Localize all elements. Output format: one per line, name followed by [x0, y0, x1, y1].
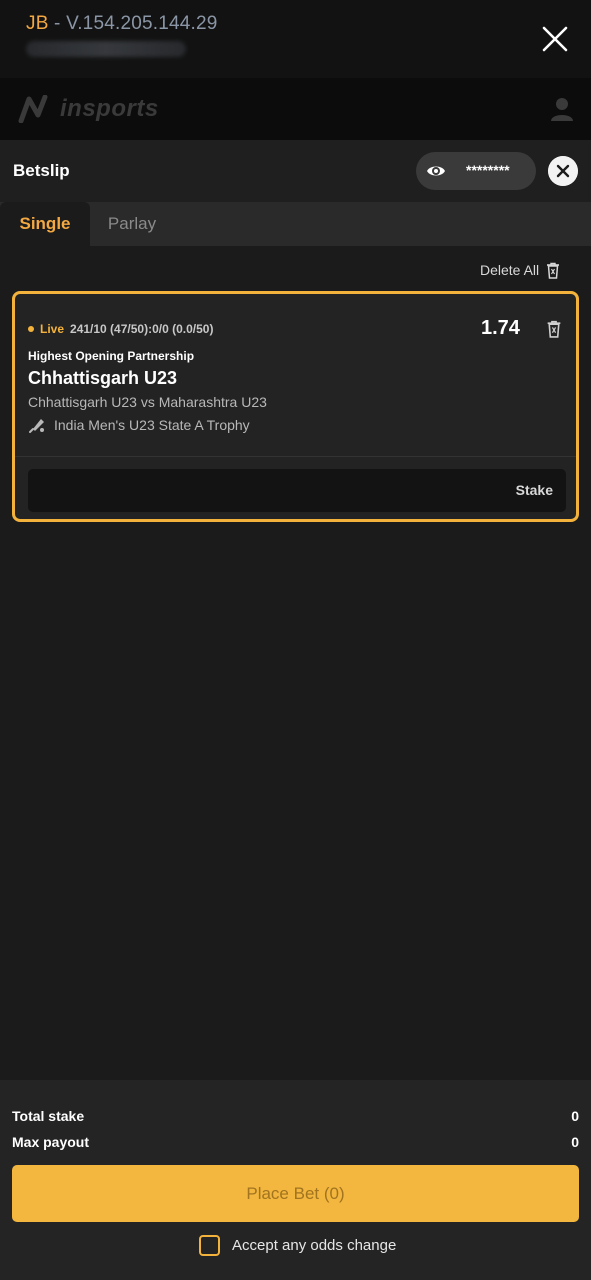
stake-input[interactable]: Stake: [28, 469, 566, 512]
window-title-prefix: JB: [26, 13, 49, 34]
window-title-separator: -: [48, 13, 67, 34]
masked-balance: ********: [466, 162, 510, 178]
bet-type-tabs: Single Parlay: [0, 202, 591, 246]
betslip-panel: Betslip ******** Single Parlay Delete Al…: [0, 140, 591, 1080]
live-status: Live 241/10 (47/50):0/0 (0.0/50): [28, 322, 213, 336]
window-title: JB - V.154.205.144.29: [26, 13, 218, 35]
accept-odds-change-checkbox[interactable]: Accept any odds change: [199, 1234, 396, 1256]
bet-card: Live 241/10 (47/50):0/0 (0.0/50) 1.74 Hi…: [12, 291, 579, 522]
accept-odds-change-label: Accept any odds change: [232, 1236, 397, 1254]
max-payout-row: Max payout 0: [12, 1134, 579, 1154]
league-row: India Men's U23 State A Trophy: [28, 416, 250, 434]
cricket-bat-icon: [29, 419, 44, 433]
delete-all-label: Delete All: [480, 262, 540, 278]
bet-match: Chhattisgarh U23 vs Maharashtra U23: [28, 394, 267, 410]
user-icon[interactable]: [550, 96, 574, 122]
total-stake-value: 0: [571, 1108, 579, 1124]
remove-bet-icon[interactable]: [545, 320, 563, 338]
close-window-icon[interactable]: [540, 24, 570, 54]
window-title-version: V.154.205.144.29: [66, 13, 218, 34]
brand-logo-text: insports: [60, 95, 159, 122]
place-bet-button[interactable]: Place Bet (0): [12, 1165, 579, 1222]
live-label: Live: [40, 322, 65, 336]
max-payout-label: Max payout: [12, 1134, 90, 1150]
brand-bar: insports: [0, 78, 591, 140]
betslip-footer: Total stake 0 Max payout 0 Place Bet (0)…: [0, 1080, 591, 1280]
brand-logo: insports: [18, 94, 159, 124]
tab-parlay[interactable]: Parlay: [90, 202, 174, 246]
bet-selection: Chhattisgarh U23: [28, 368, 178, 388]
blurred-account-info: [26, 41, 186, 57]
bet-odds: 1.74: [481, 317, 520, 339]
delete-all-button[interactable]: Delete All: [480, 260, 561, 280]
total-stake-label: Total stake: [12, 1108, 85, 1124]
betslip-title: Betslip: [13, 161, 70, 180]
live-dot-icon: [28, 326, 34, 332]
trash-icon: [547, 262, 560, 279]
total-stake-row: Total stake 0: [12, 1108, 579, 1128]
live-score: 241/10 (47/50):0/0 (0.0/50): [70, 322, 214, 336]
close-betslip-icon[interactable]: [548, 156, 578, 186]
betslip-header: Betslip ********: [0, 140, 591, 202]
bet-league: India Men's U23 State A Trophy: [54, 417, 250, 433]
card-divider: [15, 456, 576, 457]
logo-mark-icon: [18, 95, 48, 123]
max-payout-value: 0: [571, 1134, 579, 1150]
tab-single[interactable]: Single: [0, 202, 90, 246]
bet-market: Highest Opening Partnership: [28, 349, 195, 363]
eye-icon[interactable]: [426, 162, 446, 180]
checkbox-icon[interactable]: [199, 1234, 220, 1256]
stake-placeholder: Stake: [515, 482, 553, 498]
top-bar: JB - V.154.205.144.29: [0, 0, 591, 78]
balance-toggle[interactable]: ********: [416, 152, 536, 190]
